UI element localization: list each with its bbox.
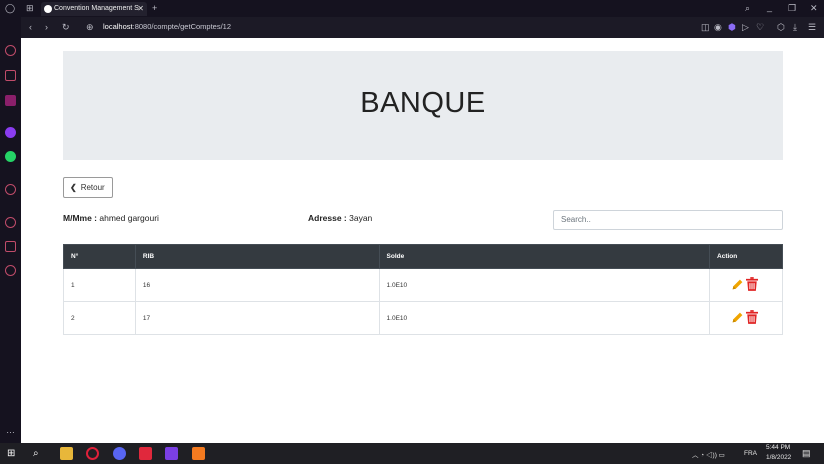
cell-solde: 1.0E10: [378, 268, 711, 302]
client-label: M/Mme :: [63, 213, 97, 223]
address-info: Adresse : 3ayan: [308, 213, 372, 223]
cell-num: 1: [63, 268, 136, 302]
xampp-icon[interactable]: [192, 447, 205, 460]
opera-logo-icon[interactable]: ◯: [5, 3, 15, 13]
extensions-icon[interactable]: [5, 241, 16, 252]
windows-taskbar: ⊞ ⌕ ︿ ◔ ◁)) ▭ FRA 5:44 PM 1/8/2022 ▤: [0, 443, 824, 464]
search-input[interactable]: Search..: [553, 210, 783, 230]
search-tabs-icon[interactable]: ⌕: [745, 3, 750, 13]
client-name: ahmed gargouri: [99, 213, 159, 223]
url-host: localhost: [103, 22, 133, 31]
edit-pencil-icon[interactable]: [731, 278, 744, 293]
reload-icon[interactable]: ↻: [62, 22, 70, 32]
jumbotron: BANQUE: [63, 51, 783, 160]
intellij-icon[interactable]: [165, 447, 178, 460]
new-tab-icon[interactable]: +: [152, 3, 157, 13]
tab-convention-management[interactable]: Convention Management S ✕: [41, 2, 147, 16]
maximize-icon[interactable]: ❐: [788, 3, 796, 13]
search-icon[interactable]: ⌕: [33, 447, 46, 460]
tray-icons[interactable]: ︿ ◔ ◁)) ▭: [692, 449, 725, 459]
player-icon[interactable]: [5, 184, 16, 195]
page-content: BANQUE ❮ Retour M/Mme : ahmed gargouri Ad…: [21, 38, 824, 443]
app-red-icon[interactable]: [139, 447, 152, 460]
cell-rib: 17: [134, 301, 380, 335]
chevron-left-icon: ❮: [70, 183, 77, 192]
history-icon[interactable]: [5, 217, 16, 228]
url-field[interactable]: localhost:8080/compte/getComptes/12: [103, 22, 231, 31]
accounts-table: N° RIB Solde Action 1 16 1.0E10 2 17 1.0…: [63, 244, 783, 335]
download-icon[interactable]: ⤓: [793, 22, 797, 32]
tab-close-icon[interactable]: ✕: [137, 2, 144, 16]
windows-start-icon[interactable]: ⊞: [7, 447, 20, 460]
table-row: 2 17 1.0E10: [63, 301, 783, 335]
retour-label: Retour: [80, 183, 105, 192]
cube-icon[interactable]: ⬡: [777, 22, 785, 32]
header-rib: RIB: [134, 244, 380, 269]
close-window-icon[interactable]: ✕: [810, 3, 818, 13]
site-info-icon[interactable]: ⊕: [86, 22, 94, 32]
opera-taskbar-icon[interactable]: [86, 447, 99, 460]
minimize-icon[interactable]: _: [767, 2, 772, 12]
cell-rib: 16: [134, 268, 380, 302]
speed-dial-icon[interactable]: [5, 45, 16, 56]
send-icon[interactable]: ▷: [742, 22, 749, 32]
search-placeholder: Search..: [561, 215, 591, 224]
twitch-icon[interactable]: [5, 95, 16, 106]
delete-trash-icon[interactable]: [745, 277, 758, 293]
edit-pencil-icon[interactable]: [731, 311, 744, 326]
menu-icon[interactable]: ☰: [808, 22, 816, 32]
browser-sidebar: …: [0, 17, 21, 443]
messenger-icon[interactable]: [5, 127, 16, 138]
clock-time[interactable]: 5:44 PM: [766, 444, 790, 451]
tab-title: Convention Management S: [54, 5, 139, 12]
cell-solde: 1.0E10: [378, 301, 711, 335]
whatsapp-icon[interactable]: [5, 151, 16, 162]
gamepad-icon[interactable]: ⊞: [26, 3, 34, 13]
clock-date[interactable]: 1/8/2022: [766, 454, 791, 461]
url-path: :8080/compte/getComptes/12: [132, 22, 232, 31]
header-num: N°: [63, 244, 136, 269]
language-indicator[interactable]: FRA: [744, 450, 757, 457]
cell-num: 2: [63, 301, 136, 335]
address-value: 3ayan: [349, 213, 373, 223]
table-row: 1 16 1.0E10: [63, 268, 783, 302]
file-explorer-icon[interactable]: [60, 447, 73, 460]
back-arrow-icon[interactable]: ‹: [29, 22, 32, 32]
retour-button[interactable]: ❮ Retour: [63, 177, 113, 198]
page-title: BANQUE: [360, 87, 486, 119]
settings-icon[interactable]: [5, 265, 16, 276]
table-header-row: N° RIB Solde Action: [63, 244, 783, 269]
client-info: M/Mme : ahmed gargouri: [63, 213, 159, 223]
cell-actions: [709, 301, 783, 335]
discord-icon[interactable]: [113, 447, 126, 460]
browser-titlebar: ◯ ⊞ Convention Management S ✕ + ⌕ _ ❐ ✕: [0, 0, 824, 17]
camera-icon[interactable]: ◉: [714, 22, 722, 32]
tab-favicon-icon: [44, 5, 52, 13]
header-solde: Solde: [378, 244, 711, 269]
more-icon[interactable]: …: [6, 425, 15, 435]
cell-actions: [709, 268, 783, 302]
forward-arrow-icon[interactable]: ›: [45, 22, 48, 32]
vpn-shield-icon[interactable]: ⬢: [728, 22, 736, 32]
notifications-icon[interactable]: ▤: [802, 448, 811, 459]
snapshot-icon[interactable]: ◫: [701, 22, 710, 32]
delete-trash-icon[interactable]: [745, 310, 758, 326]
address-label: Adresse :: [308, 213, 347, 223]
header-action: Action: [709, 244, 783, 269]
heart-icon[interactable]: ♡: [756, 22, 764, 32]
bag-icon[interactable]: [5, 70, 16, 81]
